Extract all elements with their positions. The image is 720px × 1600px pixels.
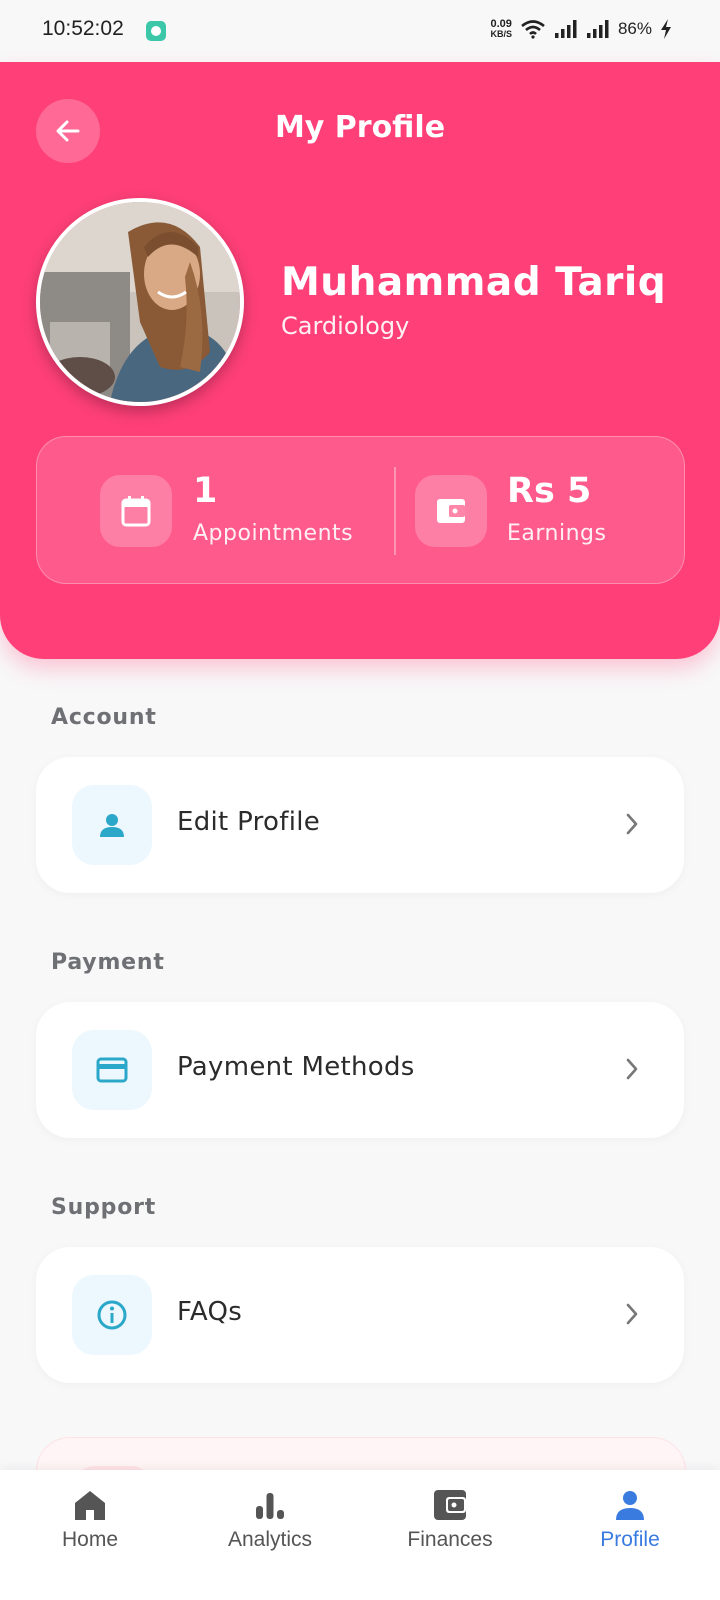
avatar-photo — [40, 202, 240, 402]
payment-methods-label: Payment Methods — [177, 1052, 415, 1082]
page-title: My Profile — [274, 110, 446, 145]
wallet-icon — [434, 1490, 466, 1520]
nav-finances-label: Finances — [407, 1528, 493, 1551]
nav-finances[interactable]: Finances — [360, 1470, 540, 1570]
info-icon — [97, 1300, 127, 1330]
signal-icon — [554, 20, 577, 38]
wifi-icon — [521, 20, 545, 39]
edit-profile-icon-box — [72, 785, 152, 865]
status-bar: 10:52:02 0.09 KB/S 86% — [0, 0, 720, 62]
battery-level: 86% — [617, 19, 652, 38]
bottom-nav: Home Analytics Finances Profile — [0, 1470, 720, 1600]
charging-icon — [661, 19, 671, 39]
network-speed: 0.09 KB/S — [490, 18, 512, 40]
stats-card: 1 Appointments Rs 5 Earnings — [36, 436, 685, 584]
appointments-label: Appointments — [193, 521, 354, 546]
profile-header: My Profile Muhammad Tariq Cardiology 1 A… — [0, 62, 720, 659]
user-name: Muhammad Tariq — [281, 260, 667, 305]
earnings-amount: Rs 5 — [507, 471, 592, 511]
earnings-label: Earnings — [507, 521, 607, 546]
nav-profile[interactable]: Profile — [540, 1470, 720, 1570]
edit-profile-label: Edit Profile — [177, 807, 321, 837]
section-title-support: Support — [51, 1195, 157, 1220]
avatar[interactable] — [36, 198, 244, 406]
appointments-count: 1 — [193, 471, 218, 511]
faqs-item[interactable]: FAQs — [36, 1247, 684, 1383]
nav-home[interactable]: Home — [0, 1470, 180, 1570]
status-time: 10:52:02 — [42, 17, 124, 40]
app-notification-icon — [146, 21, 166, 41]
signal-icon-2 — [586, 20, 609, 38]
wallet-icon — [437, 499, 465, 523]
appointments-icon-box — [100, 475, 172, 547]
payment-methods-item[interactable]: Payment Methods — [36, 1002, 684, 1138]
status-indicators: 0.09 KB/S 86% — [490, 19, 672, 39]
nav-analytics[interactable]: Analytics — [180, 1470, 360, 1570]
person-icon — [100, 814, 124, 837]
chevron-right-icon — [626, 1058, 638, 1080]
section-title-payment: Payment — [51, 950, 165, 975]
network-speed-value: 0.09 — [490, 18, 512, 30]
user-specialty: Cardiology — [281, 312, 410, 340]
payment-methods-icon-box — [72, 1030, 152, 1110]
credit-card-icon — [96, 1057, 128, 1083]
faqs-icon-box — [72, 1275, 152, 1355]
calendar-icon — [121, 496, 151, 527]
nav-analytics-label: Analytics — [227, 1528, 313, 1551]
faqs-label: FAQs — [177, 1297, 243, 1327]
home-icon — [75, 1491, 105, 1520]
nav-profile-label: Profile — [600, 1528, 660, 1551]
stats-divider — [394, 467, 396, 555]
chevron-right-icon — [626, 1303, 638, 1325]
nav-home-label: Home — [61, 1528, 119, 1551]
chevron-right-icon — [626, 813, 638, 835]
person-icon — [616, 1491, 644, 1520]
bar-chart-icon — [256, 1493, 284, 1519]
earnings-icon-box — [415, 475, 487, 547]
network-speed-unit: KB/S — [490, 29, 512, 39]
section-title-account: Account — [51, 705, 157, 730]
edit-profile-item[interactable]: Edit Profile — [36, 757, 684, 893]
